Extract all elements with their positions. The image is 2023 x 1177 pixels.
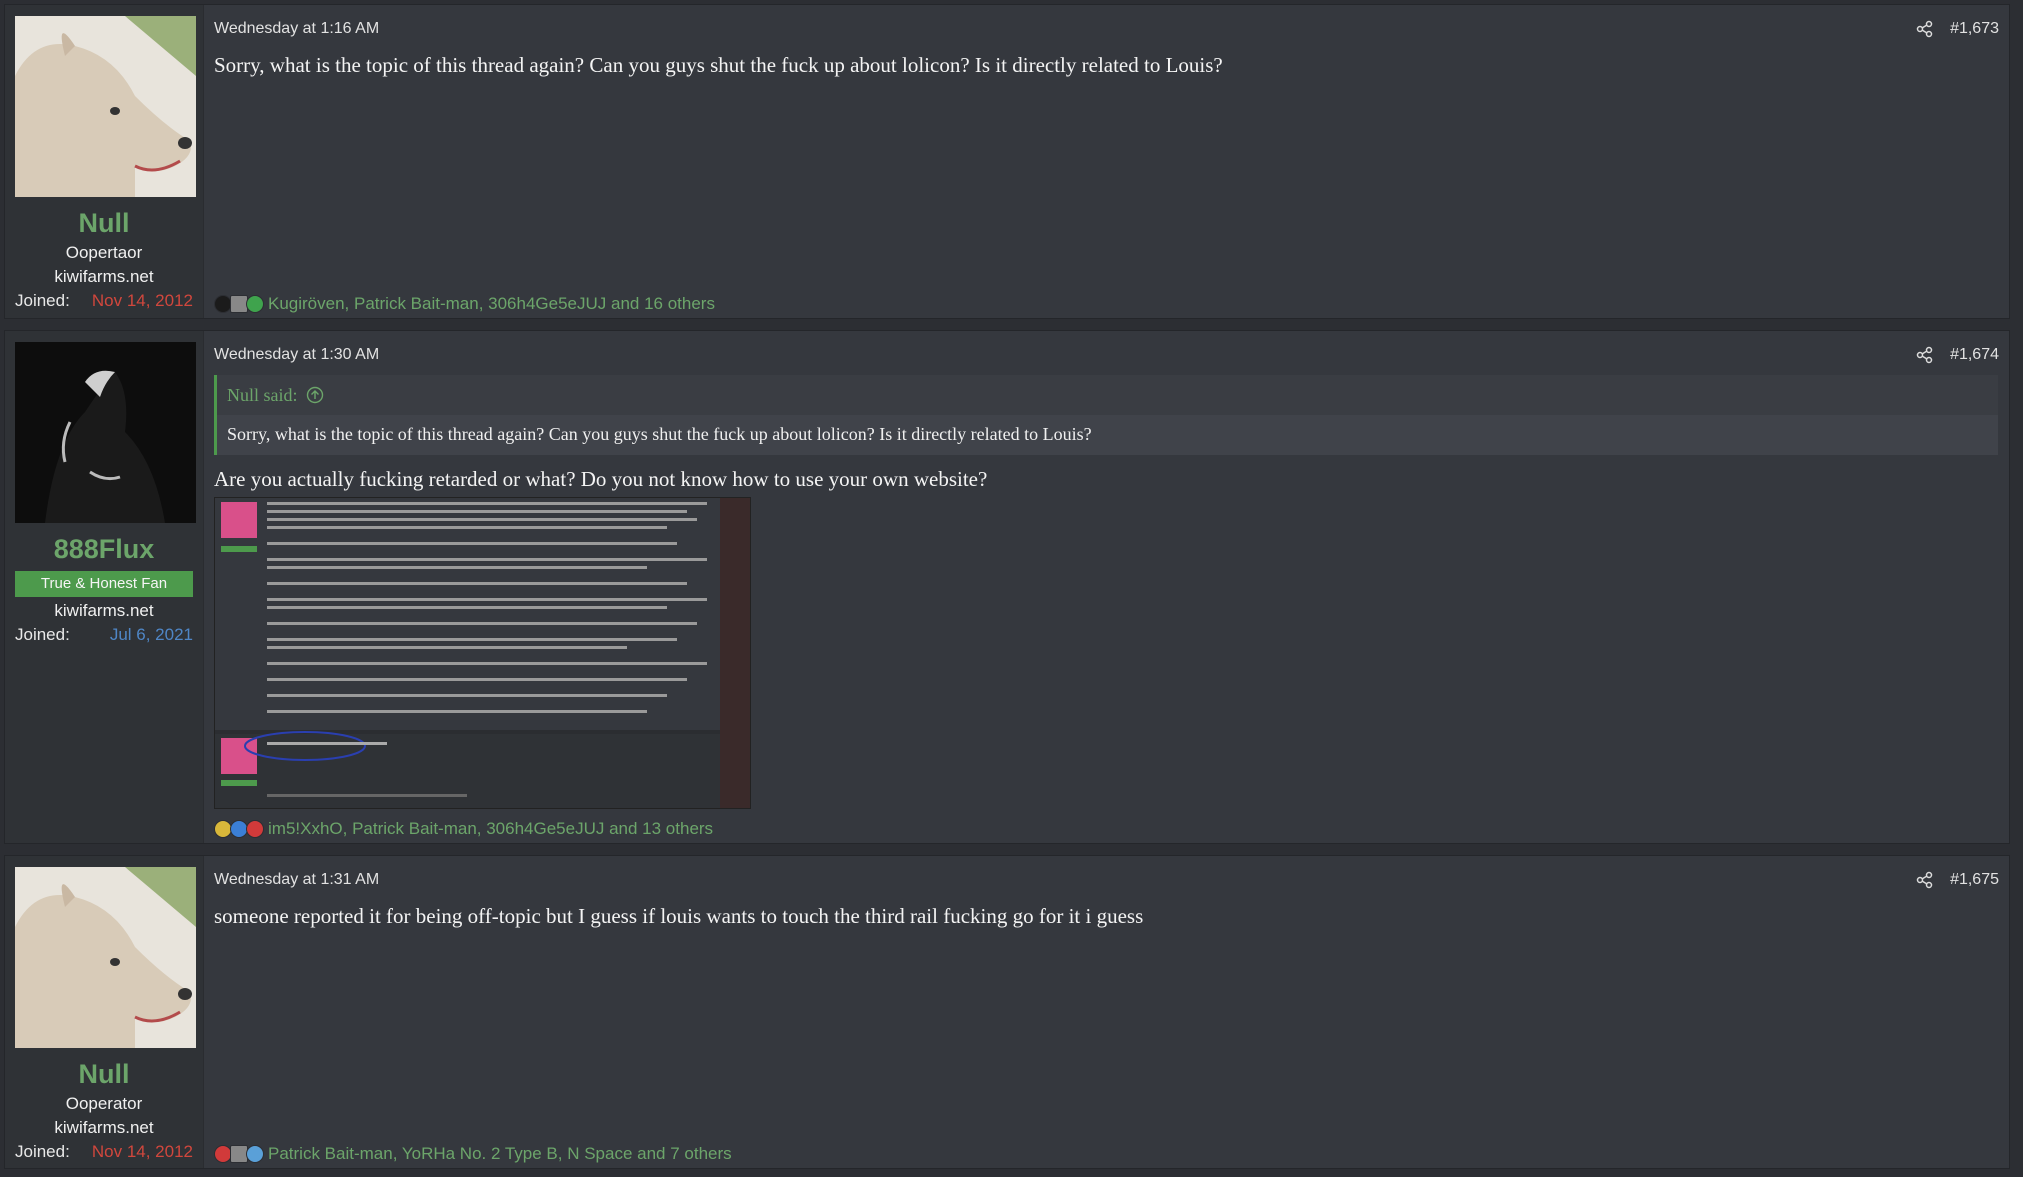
screenshot-thumbnail: [215, 498, 750, 808]
user-site: kiwifarms.net: [54, 601, 154, 620]
joined-row: Joined: Nov 14, 2012: [15, 289, 193, 313]
reaction-puzzle-icon: [246, 1145, 264, 1163]
user-site: kiwifarms.net: [54, 267, 154, 286]
post-header: Wednesday at 1:31 AM #1,675: [214, 870, 1999, 890]
post-body: Sorry, what is the topic of this thread …: [214, 53, 1223, 77]
embedded-screenshot-image[interactable]: [214, 497, 751, 809]
joined-row: Joined: Jul 6, 2021: [15, 623, 193, 647]
user-banner: True & Honest Fan: [15, 571, 193, 597]
share-icon[interactable]: [1916, 20, 1934, 38]
post-number[interactable]: #1,673: [1950, 20, 1999, 38]
post-timestamp[interactable]: Wednesday at 1:30 AM: [214, 346, 379, 364]
username[interactable]: Null: [15, 205, 193, 241]
reactions-text[interactable]: Kugiröven, Patrick Bait-man, 306h4Ge5eJU…: [268, 294, 715, 314]
quote-text: Sorry, what is the topic of this thread …: [217, 415, 1998, 455]
post-body: someone reported it for being off-topic …: [214, 904, 1144, 928]
reactions-bar[interactable]: im5!XxhO, Patrick Bait-man, 306h4Ge5eJUJ…: [214, 817, 713, 841]
joined-row: Joined: Nov 14, 2012: [15, 1140, 193, 1164]
post-number[interactable]: #1,674: [1950, 346, 1999, 364]
reaction-icons: [214, 1145, 264, 1163]
post-1673: Null Oopertaor kiwifarms.net Joined: Nov…: [4, 4, 2010, 319]
avatar[interactable]: [15, 867, 196, 1048]
reactions-text[interactable]: im5!XxhO, Patrick Bait-man, 306h4Ge5eJUJ…: [268, 819, 713, 839]
quote-author[interactable]: Null said:: [227, 385, 298, 406]
post-header: Wednesday at 1:30 AM #1,674: [214, 345, 1999, 365]
post-main: Wednesday at 1:30 AM #1,674 Null said: S…: [204, 331, 2009, 843]
reaction-check-icon: [246, 295, 264, 313]
post-1674: 888Flux True & Honest Fan kiwifarms.net …: [4, 330, 2010, 844]
username[interactable]: Null: [15, 1056, 193, 1092]
post-header: Wednesday at 1:16 AM #1,673: [214, 19, 1999, 39]
reaction-icons: [214, 295, 264, 313]
user-title: Oopertaor: [65, 243, 143, 262]
avatar[interactable]: [15, 342, 196, 523]
quote-block: Null said: Sorry, what is the topic of t…: [214, 375, 1998, 455]
joined-date: Jul 6, 2021: [109, 625, 193, 644]
joined-label: Joined:: [15, 291, 70, 310]
post-timestamp[interactable]: Wednesday at 1:16 AM: [214, 20, 379, 38]
avatar[interactable]: [15, 16, 196, 197]
reaction-heart-icon: [246, 820, 264, 838]
post-number[interactable]: #1,675: [1950, 871, 1999, 889]
post-body: Are you actually fucking retarded or wha…: [214, 467, 988, 491]
post-timestamp[interactable]: Wednesday at 1:31 AM: [214, 871, 379, 889]
post-1675: Null Ooperator kiwifarms.net Joined: Nov…: [4, 855, 2010, 1169]
post-main: Wednesday at 1:16 AM #1,673 Sorry, what …: [204, 5, 2009, 318]
joined-date: Nov 14, 2012: [91, 291, 193, 310]
arrow-up-circle-icon[interactable]: [306, 386, 324, 404]
user-cell: 888Flux True & Honest Fan kiwifarms.net …: [5, 331, 204, 843]
post-main: Wednesday at 1:31 AM #1,675 someone repo…: [204, 856, 2009, 1168]
user-cell: Null Ooperator kiwifarms.net Joined: Nov…: [5, 856, 204, 1168]
quote-header[interactable]: Null said:: [217, 375, 1998, 415]
joined-label: Joined:: [15, 625, 70, 644]
share-icon[interactable]: [1916, 346, 1934, 364]
user-title: Ooperator: [65, 1094, 143, 1113]
reactions-text[interactable]: Patrick Bait-man, YoRHa No. 2 Type B, N …: [268, 1144, 732, 1164]
joined-date: Nov 14, 2012: [91, 1142, 193, 1161]
reactions-bar[interactable]: Kugiröven, Patrick Bait-man, 306h4Ge5eJU…: [214, 292, 715, 316]
user-site: kiwifarms.net: [54, 1118, 154, 1137]
reactions-bar[interactable]: Patrick Bait-man, YoRHa No. 2 Type B, N …: [214, 1142, 732, 1166]
username[interactable]: 888Flux: [15, 531, 193, 567]
user-cell: Null Oopertaor kiwifarms.net Joined: Nov…: [5, 5, 204, 318]
reaction-icons: [214, 820, 264, 838]
share-icon[interactable]: [1916, 871, 1934, 889]
joined-label: Joined:: [15, 1142, 70, 1161]
